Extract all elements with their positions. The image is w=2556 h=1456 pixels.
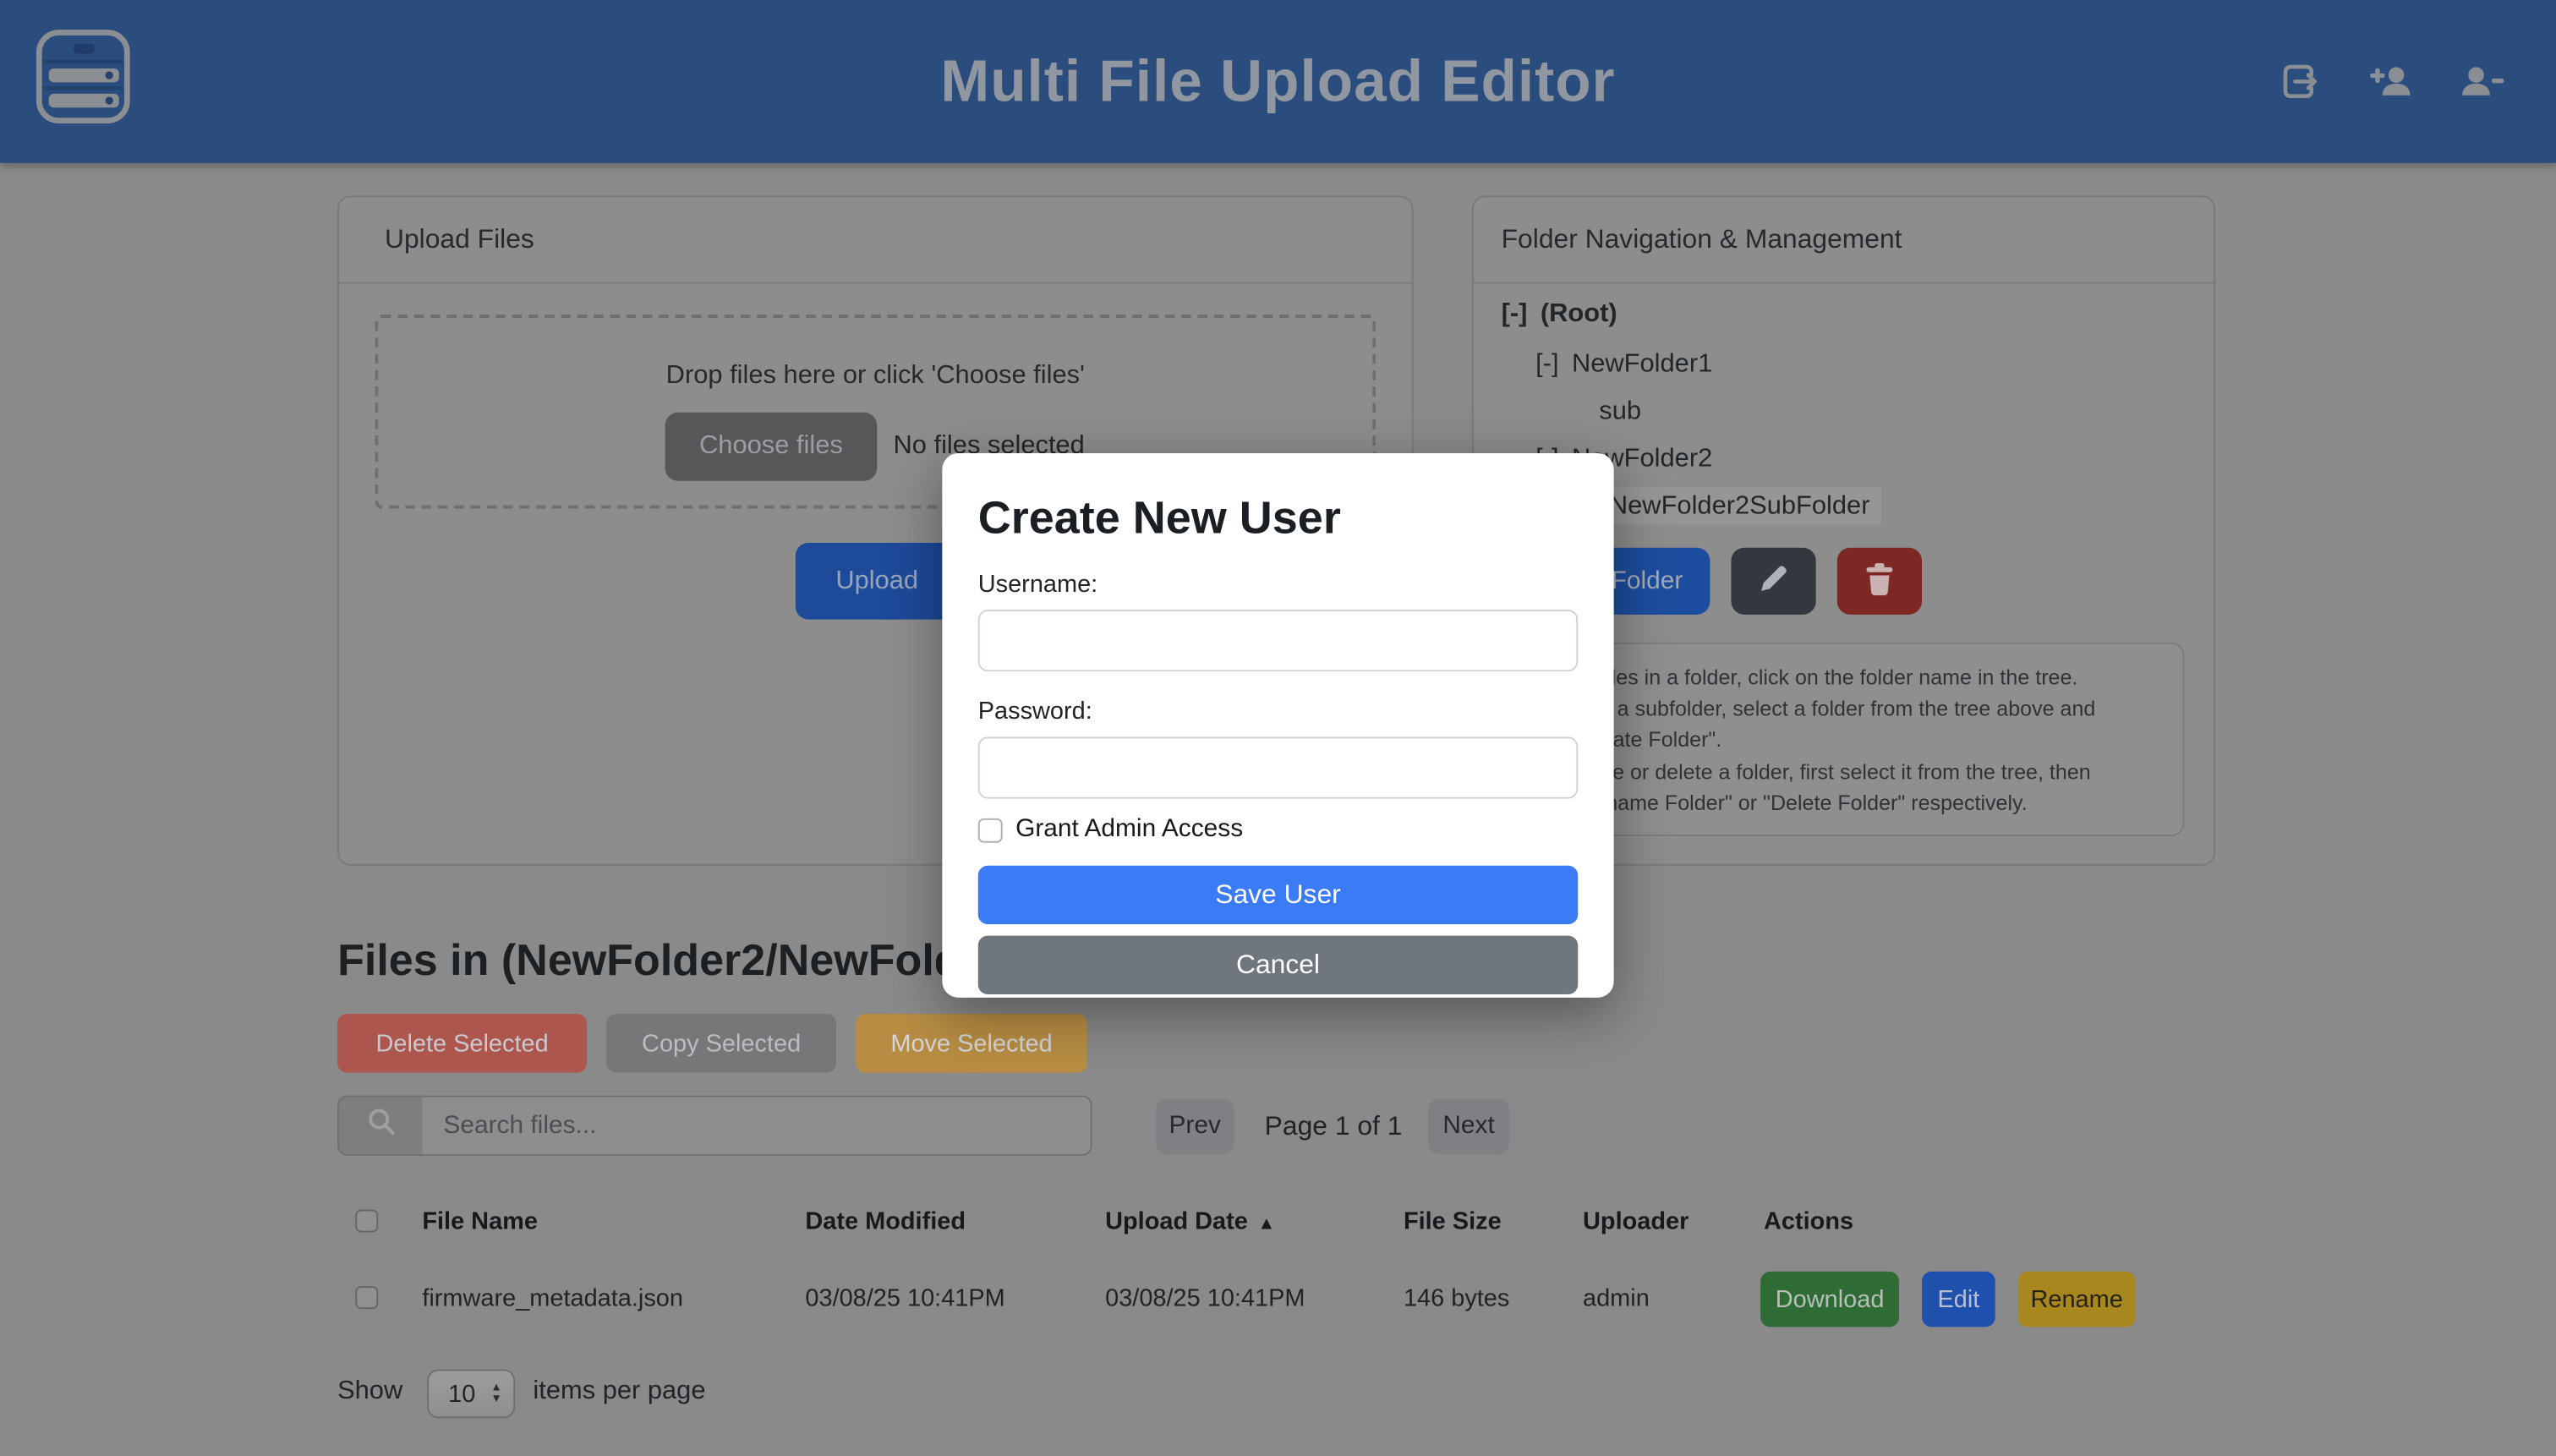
row-checkbox[interactable] [355, 1286, 378, 1309]
sort-asc-icon: ▲ [1257, 1214, 1275, 1234]
grant-admin-label: Grant Admin Access [1015, 815, 1243, 845]
save-user-button[interactable]: Save User [978, 866, 1578, 924]
search-icon [366, 1107, 396, 1144]
modal-title: Create New User [978, 492, 1578, 545]
col-uploader[interactable]: Uploader [1583, 1208, 1688, 1236]
next-page-button[interactable]: Next [1428, 1098, 1509, 1154]
help-line: click "Create Folder". [1524, 725, 2162, 756]
folder-panel-title: Folder Navigation & Management [1474, 197, 2214, 283]
rename-button[interactable]: Rename [2018, 1272, 2136, 1327]
show-label: Show [337, 1377, 402, 1407]
edit-button[interactable]: Edit [1922, 1272, 1995, 1327]
upload-panel-title: Upload Files [339, 197, 1412, 283]
select-all-checkbox[interactable] [355, 1210, 378, 1233]
upload-button[interactable]: Upload [796, 543, 959, 620]
app-header: Multi File Upload Editor [0, 0, 2556, 163]
col-date-modified[interactable]: Date Modified [805, 1208, 966, 1236]
select-stepper-icon: ▲▼ [490, 1382, 501, 1405]
logout-icon[interactable] [2277, 60, 2323, 102]
items-per-page-label: items per page [533, 1377, 705, 1407]
col-file-name[interactable]: File Name [422, 1208, 538, 1236]
cell-upload-date: 03/08/25 10:41PM [1105, 1284, 1305, 1312]
col-actions: Actions [1764, 1208, 1853, 1236]
cancel-button[interactable]: Cancel [978, 936, 1578, 994]
rename-folder-button[interactable] [1731, 548, 1815, 615]
items-per-page-value: 10 [429, 1380, 475, 1408]
tree-item-newfolder1[interactable]: [-] NewFolder1 [1474, 341, 2214, 388]
search-input[interactable] [422, 1096, 1092, 1156]
search-icon-box [337, 1096, 424, 1156]
cell-uploader: admin [1583, 1284, 1650, 1312]
tree-toggle[interactable]: [-] [1502, 300, 1528, 328]
delete-selected-button[interactable]: Delete Selected [337, 1014, 587, 1072]
download-button[interactable]: Download [1760, 1272, 1899, 1327]
cell-file-size: 146 bytes [1404, 1284, 1509, 1312]
help-line: click "Rename Folder" or "Delete Folder"… [1524, 787, 2162, 818]
tree-item-sub[interactable]: sub [1474, 388, 2214, 435]
tree-item-root[interactable]: [-] (Root) [1474, 287, 2214, 341]
help-line: To view files in a folder, click on the … [1524, 662, 2162, 693]
tree-item-label-selected[interactable]: NewFolder2SubFolder [1599, 487, 1881, 524]
password-label: Password: [978, 698, 1578, 725]
items-per-page-select[interactable]: 10 ▲▼ [427, 1369, 515, 1418]
col-upload-date-label: Upload Date [1105, 1208, 1248, 1236]
grant-admin-checkbox[interactable] [978, 818, 1003, 842]
username-field[interactable] [978, 610, 1578, 671]
page-status: Page 1 of 1 [1244, 1098, 1423, 1154]
cell-date-modified: 03/08/25 10:41PM [805, 1284, 1004, 1312]
trash-icon-button[interactable] [1837, 548, 1922, 615]
tree-item-label[interactable]: (Root) [1541, 300, 1617, 328]
password-field[interactable] [978, 736, 1578, 798]
header-actions [2277, 60, 2505, 102]
add-user-icon[interactable] [2367, 60, 2414, 102]
page-title: Multi File Upload Editor [0, 47, 2556, 116]
tree-item-label[interactable]: sub [1599, 397, 1641, 425]
create-user-modal: Create New User Username: Password: Gran… [942, 453, 1613, 998]
tree-toggle[interactable]: [-] [1535, 351, 1558, 379]
app-root: Multi File Upload Editor [0, 0, 2556, 1456]
tree-item-label[interactable]: NewFolder1 [1572, 351, 1712, 379]
dropzone-instructions: Drop files here or click 'Choose files' [378, 362, 1372, 391]
col-file-size[interactable]: File Size [1404, 1208, 1502, 1236]
prev-page-button[interactable]: Prev [1156, 1098, 1234, 1154]
choose-files-button[interactable]: Choose files [665, 413, 878, 481]
grant-admin-row: Grant Admin Access [978, 815, 1578, 845]
pencil-icon [1755, 561, 1791, 601]
copy-selected-button[interactable]: Copy Selected [606, 1014, 836, 1072]
remove-user-icon[interactable] [2458, 60, 2505, 102]
col-upload-date[interactable]: Upload Date ▲ [1105, 1208, 1275, 1236]
help-line: To create a subfolder, select a folder f… [1524, 693, 2162, 725]
help-line: To rename or delete a folder, first sele… [1524, 756, 2162, 787]
trash-icon [1864, 561, 1896, 601]
cell-file-name: firmware_metadata.json [422, 1284, 683, 1312]
move-selected-button[interactable]: Move Selected [856, 1014, 1087, 1072]
username-label: Username: [978, 571, 1578, 599]
